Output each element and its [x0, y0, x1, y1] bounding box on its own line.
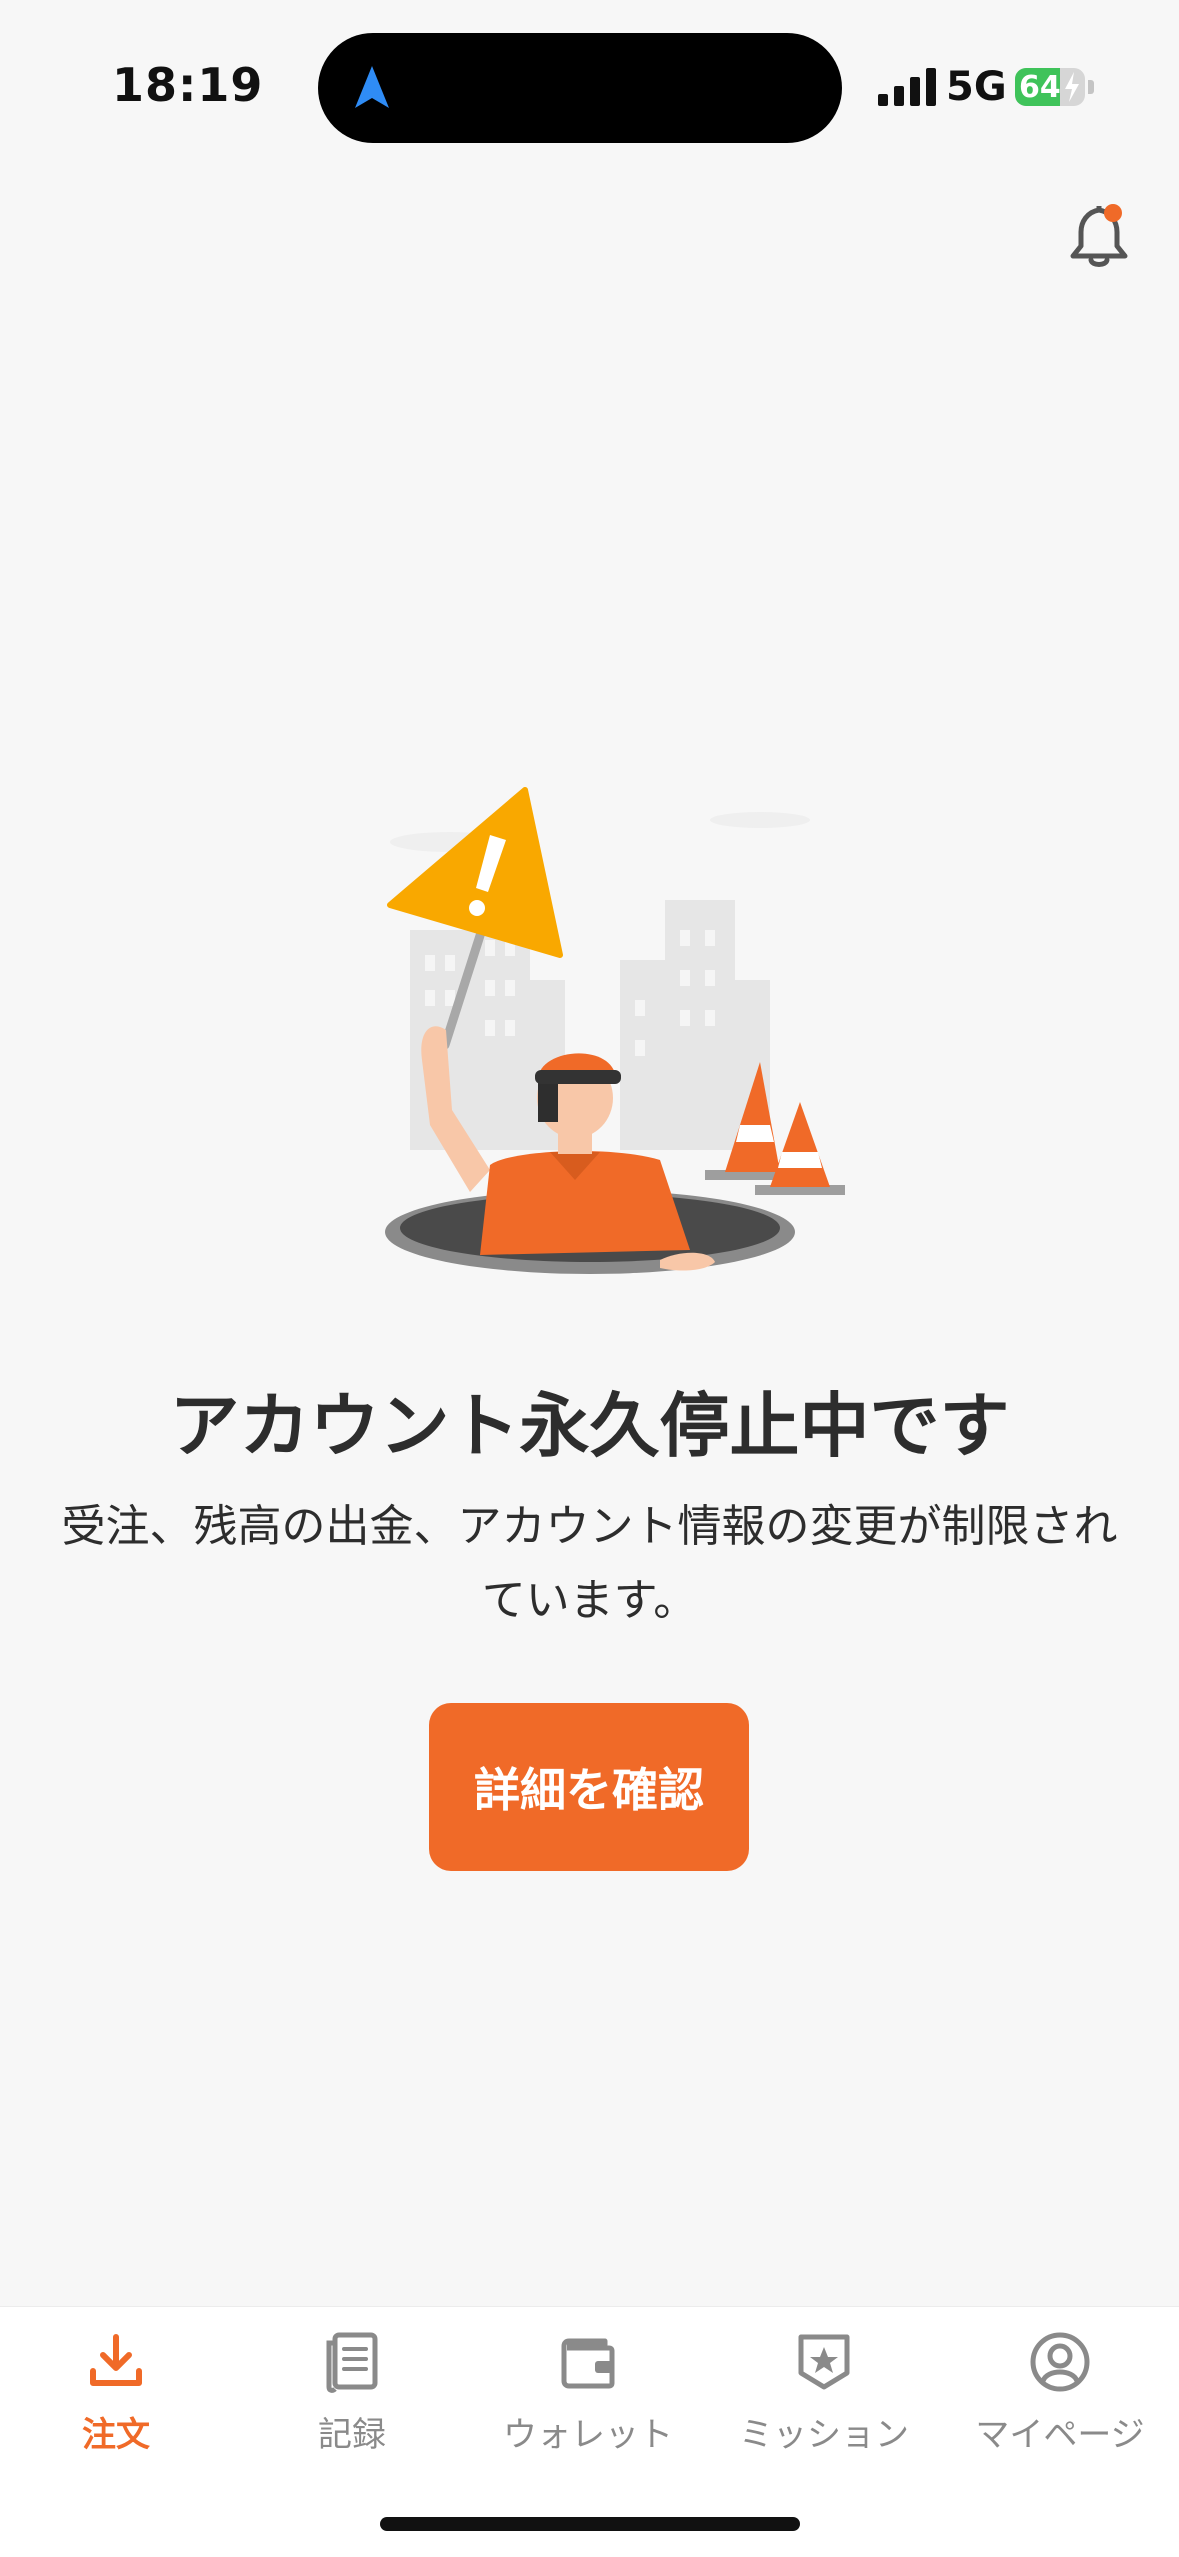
description-line-2: ています。 [481, 1575, 698, 1626]
network-type: 5G [946, 64, 1007, 110]
tab-missions-label: ミッション [739, 2415, 909, 2455]
cellular-signal-icon [878, 68, 936, 106]
charging-bolt-icon [1065, 72, 1079, 102]
suspension-description: 受注、残高の出金、アカウント情報の変更が制限され ています。 [40, 1490, 1139, 1638]
location-arrow-icon [355, 66, 389, 108]
description-line-1: 受注、残高の出金、アカウント情報の変更が制限され [61, 1501, 1118, 1552]
user-circle-icon [1030, 2332, 1090, 2392]
battery-icon: 64 [1015, 68, 1095, 106]
page-title: アカウント永久停止中です [169, 1385, 1010, 1467]
status-time: 18:19 [112, 58, 264, 112]
tab-orders-label: 注文 [82, 2415, 150, 2455]
tab-records-label: 記録 [318, 2415, 386, 2455]
battery-level: 64 [1019, 70, 1061, 105]
tab-missions[interactable]: ミッション [714, 2329, 934, 2489]
tab-records[interactable]: 記録 [242, 2329, 462, 2489]
tab-orders[interactable]: 注文 [6, 2329, 226, 2489]
tab-wallet-label: ウォレット [503, 2415, 673, 2455]
unread-badge [1104, 204, 1122, 222]
download-tray-icon [90, 2334, 142, 2386]
view-details-button[interactable]: 詳細を確認 [429, 1703, 749, 1871]
document-icon [326, 2332, 378, 2393]
status-bar: 18:19 5G 64 [0, 0, 1179, 150]
wallet-icon [561, 2338, 615, 2389]
home-indicator [380, 2517, 800, 2531]
tab-mypage-label: マイページ [975, 2415, 1145, 2455]
worker-warning-sign-illustration [385, 787, 845, 1274]
dynamic-island [318, 33, 842, 143]
tab-mypage[interactable]: マイページ [950, 2329, 1170, 2489]
star-badge-icon [798, 2334, 850, 2390]
bell-icon[interactable] [1065, 200, 1133, 270]
tab-wallet[interactable]: ウォレット [478, 2329, 698, 2489]
